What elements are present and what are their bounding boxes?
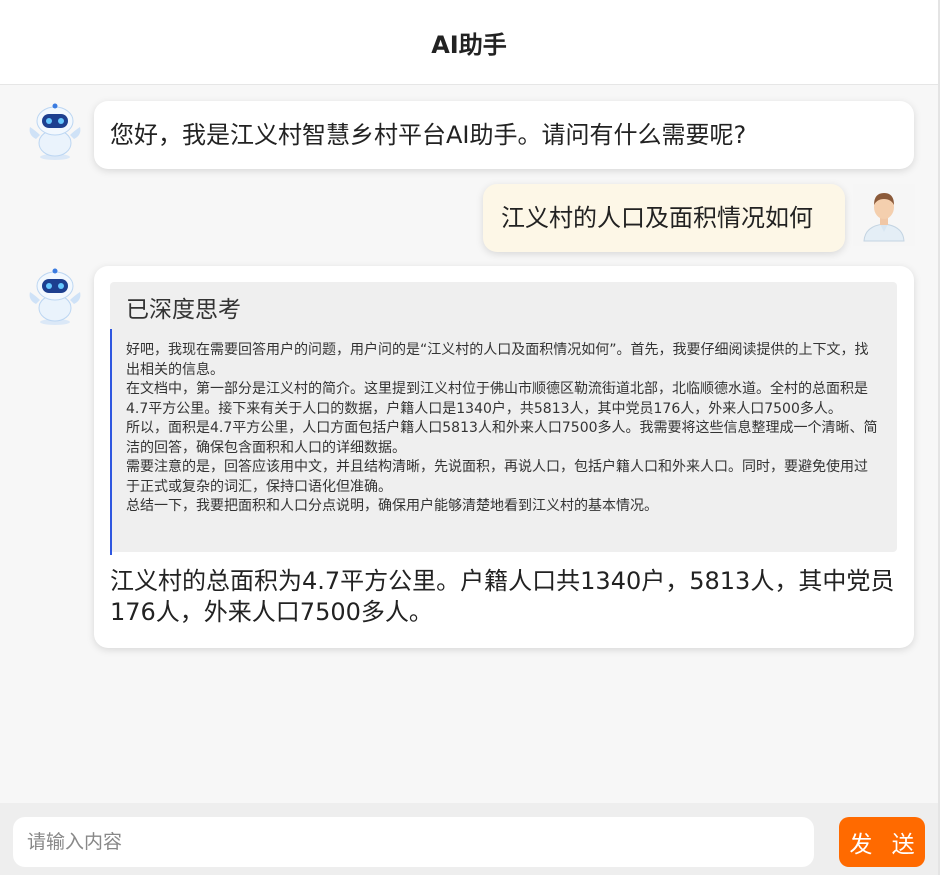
- thinking-panel: 已深度思考 好吧，我现在需要回答用户的问题，用户问的是“江义村的人口及面积情况如…: [110, 282, 897, 555]
- assistant-message: 已深度思考 好吧，我现在需要回答用户的问题，用户问的是“江义村的人口及面积情况如…: [94, 266, 914, 648]
- assistant-message: 您好，我是江义村智慧乡村平台AI助手。请问有什么需要呢?: [94, 101, 914, 169]
- thinking-title[interactable]: 已深度思考: [126, 290, 241, 324]
- user-avatar-icon: [853, 184, 915, 246]
- chat-app: AI助手 您好，我是江义村智慧乡村平台AI助手。请问有什么需要呢? 江义村的人口…: [0, 0, 940, 875]
- thinking-content: 好吧，我现在需要回答用户的问题，用户问的是“江义村的人口及面积情况如何”。首先，…: [110, 329, 880, 555]
- thinking-paragraph: 所以，面积是4.7平方公里，人口方面包括户籍人口5813人和外来人口7500多人…: [126, 420, 878, 456]
- thinking-paragraph: 总结一下，我要把面积和人口分点说明，确保用户能够清楚地看到江义村的基本情况。: [126, 498, 658, 514]
- user-message-text: 江义村的人口及面积情况如何: [501, 204, 813, 232]
- thinking-paragraph: 好吧，我现在需要回答用户的问题，用户问的是“江义村的人口及面积情况如何”。首先，…: [126, 342, 869, 378]
- thinking-paragraph: 需要注意的是，回答应该用中文，并且结构清晰，先说面积，再说人口，包括户籍人口和外…: [126, 459, 868, 495]
- robot-avatar-icon: [24, 266, 86, 328]
- assistant-message-text: 您好，我是江义村智慧乡村平台AI助手。请问有什么需要呢?: [110, 121, 747, 149]
- input-bar: 发 送: [0, 803, 938, 875]
- thinking-paragraph: 在文档中，第一部分是江义村的简介。这里提到江义村位于佛山市顺德区勒流街道北部，北…: [126, 381, 868, 417]
- user-message: 江义村的人口及面积情况如何: [483, 184, 845, 252]
- robot-avatar-icon: [24, 101, 86, 163]
- send-button[interactable]: 发 送: [839, 817, 925, 867]
- assistant-answer-text: 江义村的总面积为4.7平方公里。户籍人口共1340户，5813人，其中党员176…: [110, 567, 895, 626]
- page-title: AI助手: [0, 0, 938, 85]
- message-input[interactable]: [13, 817, 814, 867]
- chat-area[interactable]: 您好，我是江义村智慧乡村平台AI助手。请问有什么需要呢? 江义村的人口及面积情况…: [0, 85, 938, 803]
